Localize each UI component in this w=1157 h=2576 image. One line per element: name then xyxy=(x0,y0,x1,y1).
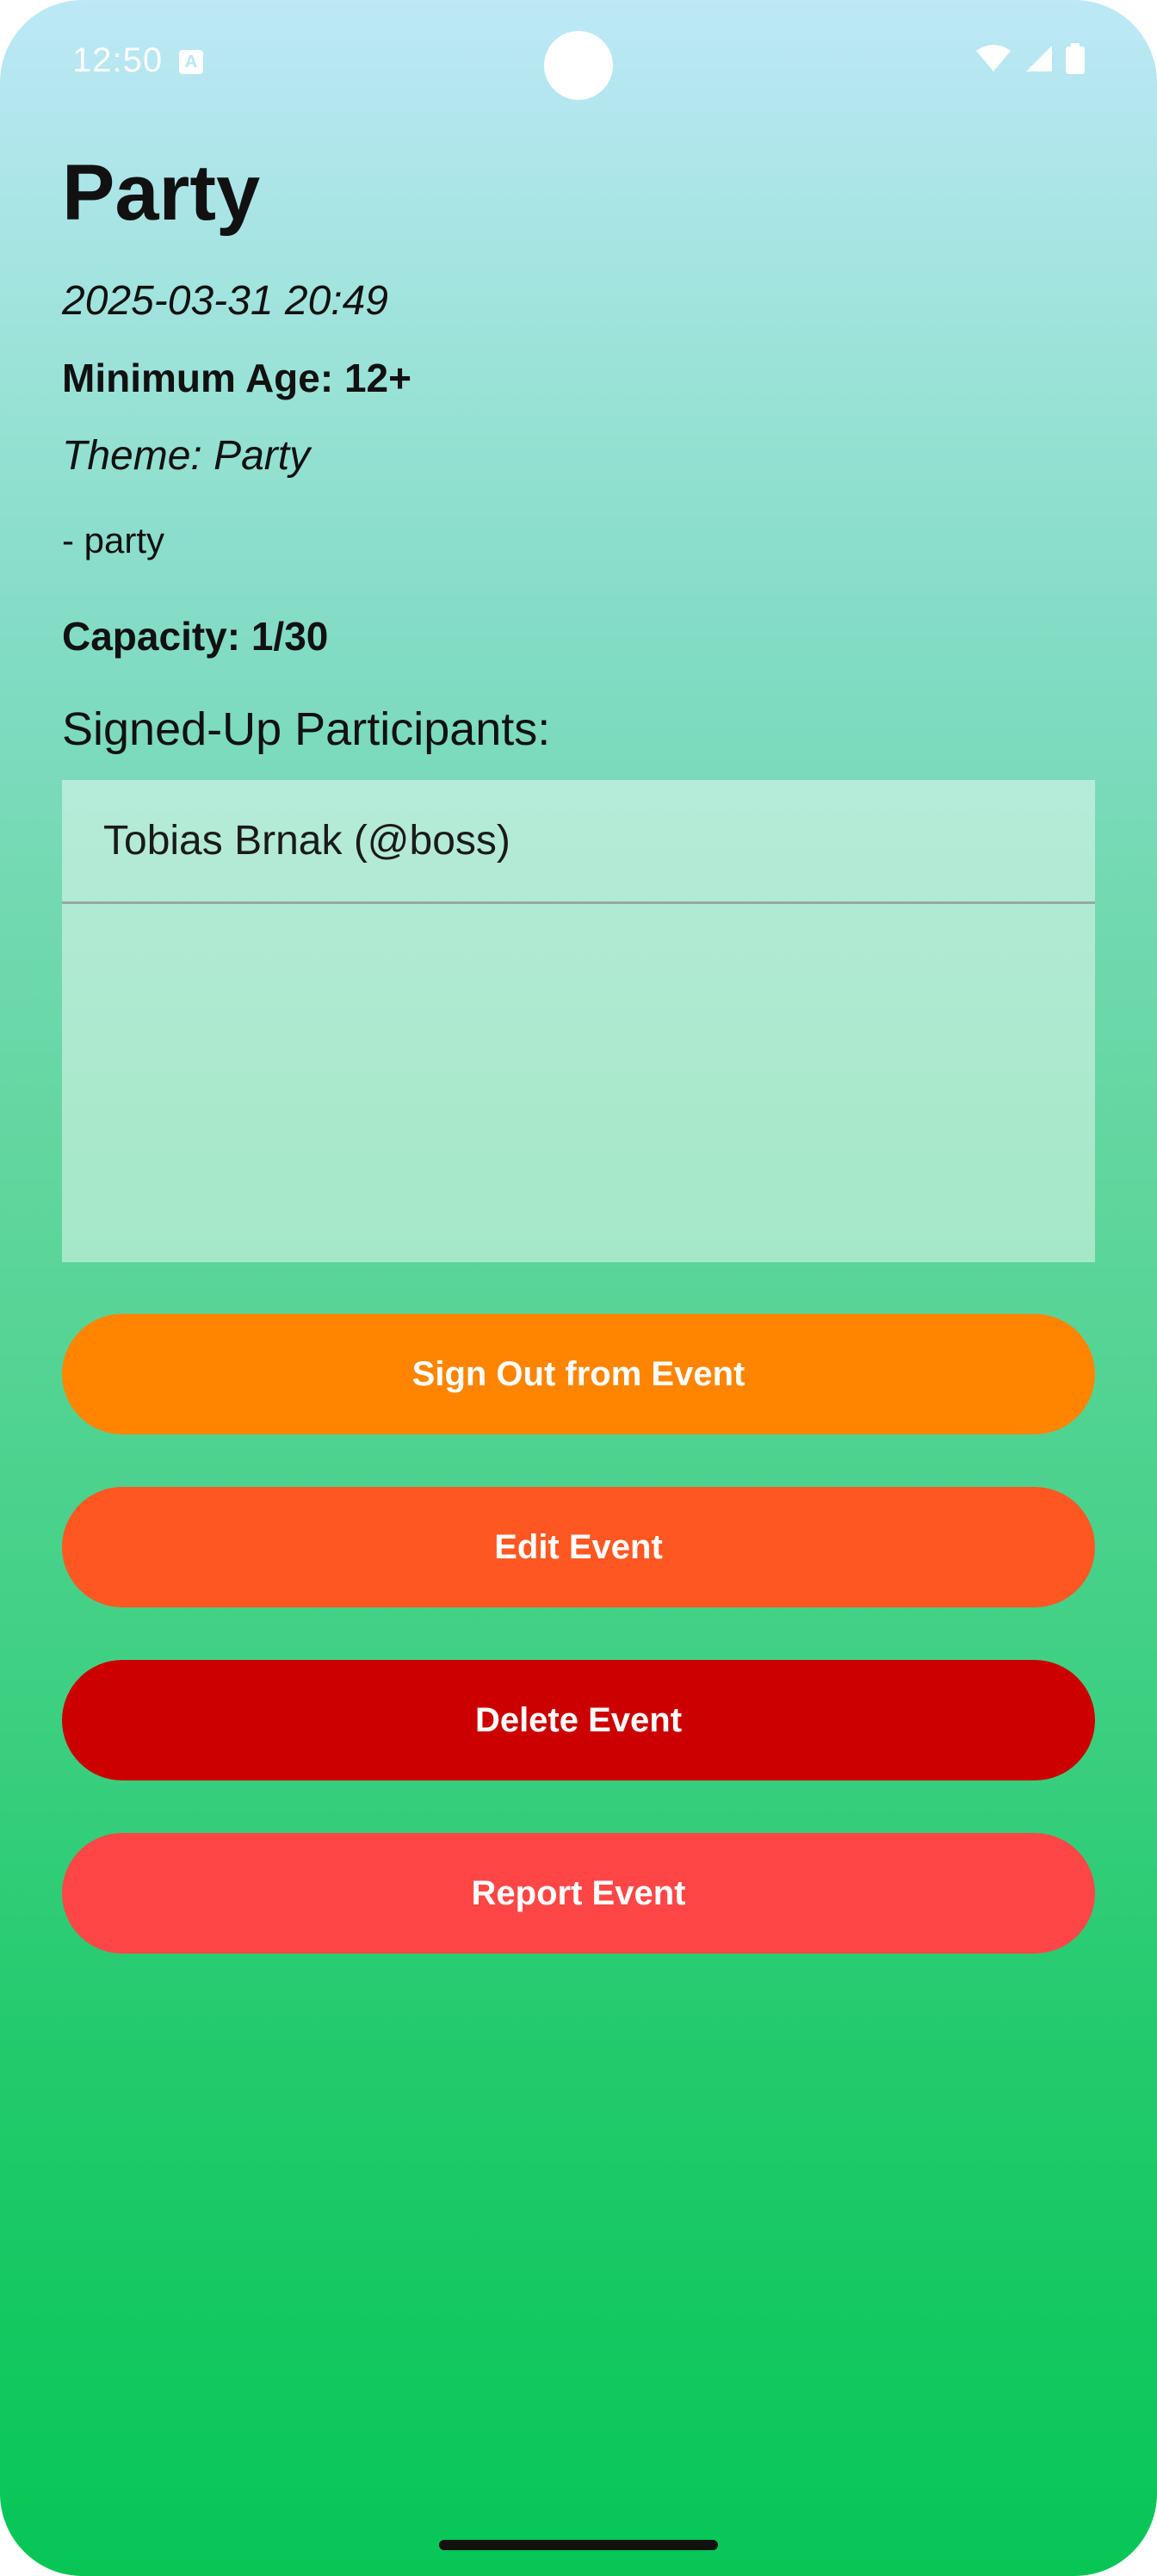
signal-icon xyxy=(1026,46,1052,71)
event-capacity: Capacity: 1/30 xyxy=(62,614,329,659)
participant-name: Tobias Brnak (@boss) xyxy=(103,818,510,864)
report-event-button[interactable]: Report Event xyxy=(62,1833,1095,1954)
event-minimum-age: Minimum Age: 12+ xyxy=(62,356,411,400)
delete-event-button[interactable]: Delete Event xyxy=(62,1660,1095,1780)
event-details-screen: 12:50 A Party 2025-03-31 20:49 Minimum A… xyxy=(0,0,1157,2576)
camera-cutout xyxy=(544,31,613,100)
home-indicator[interactable] xyxy=(439,2540,718,2550)
event-description: - party xyxy=(62,520,165,560)
event-title: Party xyxy=(62,149,261,237)
event-datetime: 2025-03-31 20:49 xyxy=(62,278,388,324)
edit-event-button[interactable]: Edit Event xyxy=(62,1487,1095,1607)
list-item[interactable]: Tobias Brnak (@boss) xyxy=(62,780,1095,904)
notification-a-icon: A xyxy=(179,50,203,74)
status-bar: 12:50 A xyxy=(0,0,1157,100)
status-time: 12:50 xyxy=(72,41,164,79)
sign-out-button[interactable]: Sign Out from Event xyxy=(62,1314,1095,1434)
status-icons xyxy=(974,43,1085,74)
wifi-icon xyxy=(976,45,1011,71)
participants-list[interactable]: Tobias Brnak (@boss) xyxy=(62,780,1095,1262)
battery-icon xyxy=(1066,43,1085,74)
event-theme: Theme: Party xyxy=(62,433,311,479)
participants-heading: Signed-Up Participants: xyxy=(62,703,551,755)
